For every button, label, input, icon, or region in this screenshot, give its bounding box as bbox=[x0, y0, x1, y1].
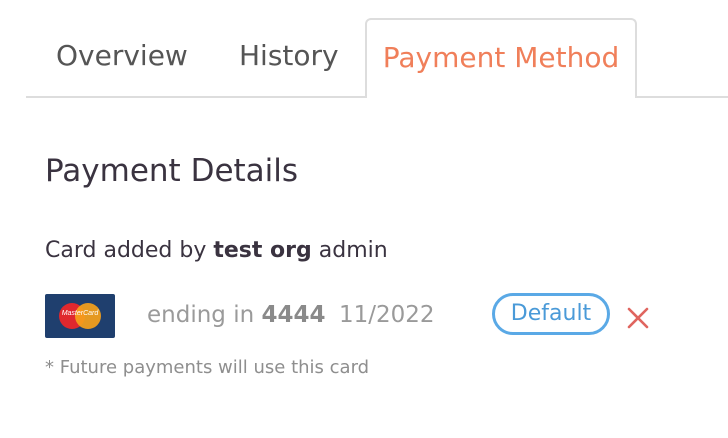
future-payments-note: * Future payments will use this card bbox=[45, 357, 370, 378]
tab-history[interactable]: History bbox=[239, 36, 339, 98]
ending-prefix: ending in bbox=[147, 302, 262, 328]
card-ending-text: ending in 4444 bbox=[147, 298, 326, 332]
close-icon[interactable] bbox=[626, 306, 650, 330]
payment-method-page: Overview History Payment Method Payment … bbox=[0, 0, 728, 438]
tab-payment-method[interactable]: Payment Method bbox=[365, 18, 637, 98]
card-added-by-text: Card added by test org admin bbox=[45, 234, 388, 268]
mastercard-logo-icon: MasterCard bbox=[45, 294, 115, 338]
added-prefix: Card added by bbox=[45, 238, 214, 263]
card-expiry: 11/2022 bbox=[339, 302, 435, 328]
mastercard-logo-text: MasterCard bbox=[61, 310, 99, 317]
card-last4: 4444 bbox=[261, 302, 326, 328]
page-title: Payment Details bbox=[45, 153, 299, 189]
added-suffix: admin bbox=[311, 238, 388, 263]
tab-overview[interactable]: Overview bbox=[56, 36, 188, 98]
tab-bar: Overview History Payment Method bbox=[26, 18, 728, 98]
added-by-org: test org bbox=[213, 238, 312, 263]
default-badge: Default bbox=[492, 293, 610, 335]
